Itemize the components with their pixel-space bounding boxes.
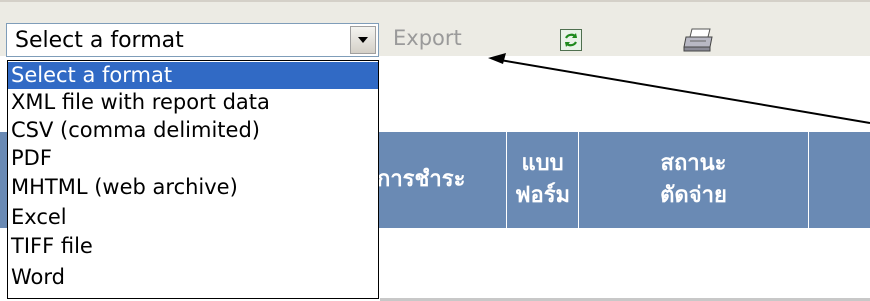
column-header-label: การชำระ bbox=[377, 167, 466, 192]
column-header-payment: การชำระ bbox=[376, 132, 506, 228]
report-toolbar: Select a format Export bbox=[0, 0, 870, 57]
format-option[interactable]: XML file with report data bbox=[8, 89, 378, 116]
format-select-value: Select a format bbox=[15, 28, 184, 53]
printer-icon[interactable] bbox=[682, 27, 716, 53]
column-header-label: ตัดจ่าย bbox=[660, 183, 727, 208]
format-dropdown-list: Select a format XML file with report dat… bbox=[7, 60, 379, 299]
column-header-truncated bbox=[808, 132, 870, 228]
format-option[interactable]: Excel bbox=[8, 204, 378, 231]
column-header-form: แบบ ฟอร์ม bbox=[506, 132, 578, 228]
format-option[interactable]: Word bbox=[8, 264, 378, 291]
format-option[interactable]: MHTML (web archive) bbox=[8, 174, 378, 201]
column-header-label: แบบ bbox=[521, 151, 564, 176]
column-header-label: ฟอร์ม bbox=[514, 183, 571, 208]
export-link[interactable]: Export bbox=[393, 26, 462, 50]
format-option[interactable]: CSV (comma delimited) bbox=[8, 117, 378, 144]
column-header-status: สถานะ ตัดจ่าย bbox=[578, 132, 808, 228]
format-option[interactable]: TIFF file bbox=[8, 233, 378, 260]
refresh-icon[interactable] bbox=[560, 29, 582, 51]
export-format-select[interactable]: Select a format bbox=[6, 23, 379, 57]
format-option[interactable]: PDF bbox=[8, 145, 378, 172]
format-option[interactable]: Select a format bbox=[8, 62, 378, 89]
column-header-label: สถานะ bbox=[660, 151, 727, 176]
chevron-down-icon[interactable] bbox=[350, 26, 376, 54]
